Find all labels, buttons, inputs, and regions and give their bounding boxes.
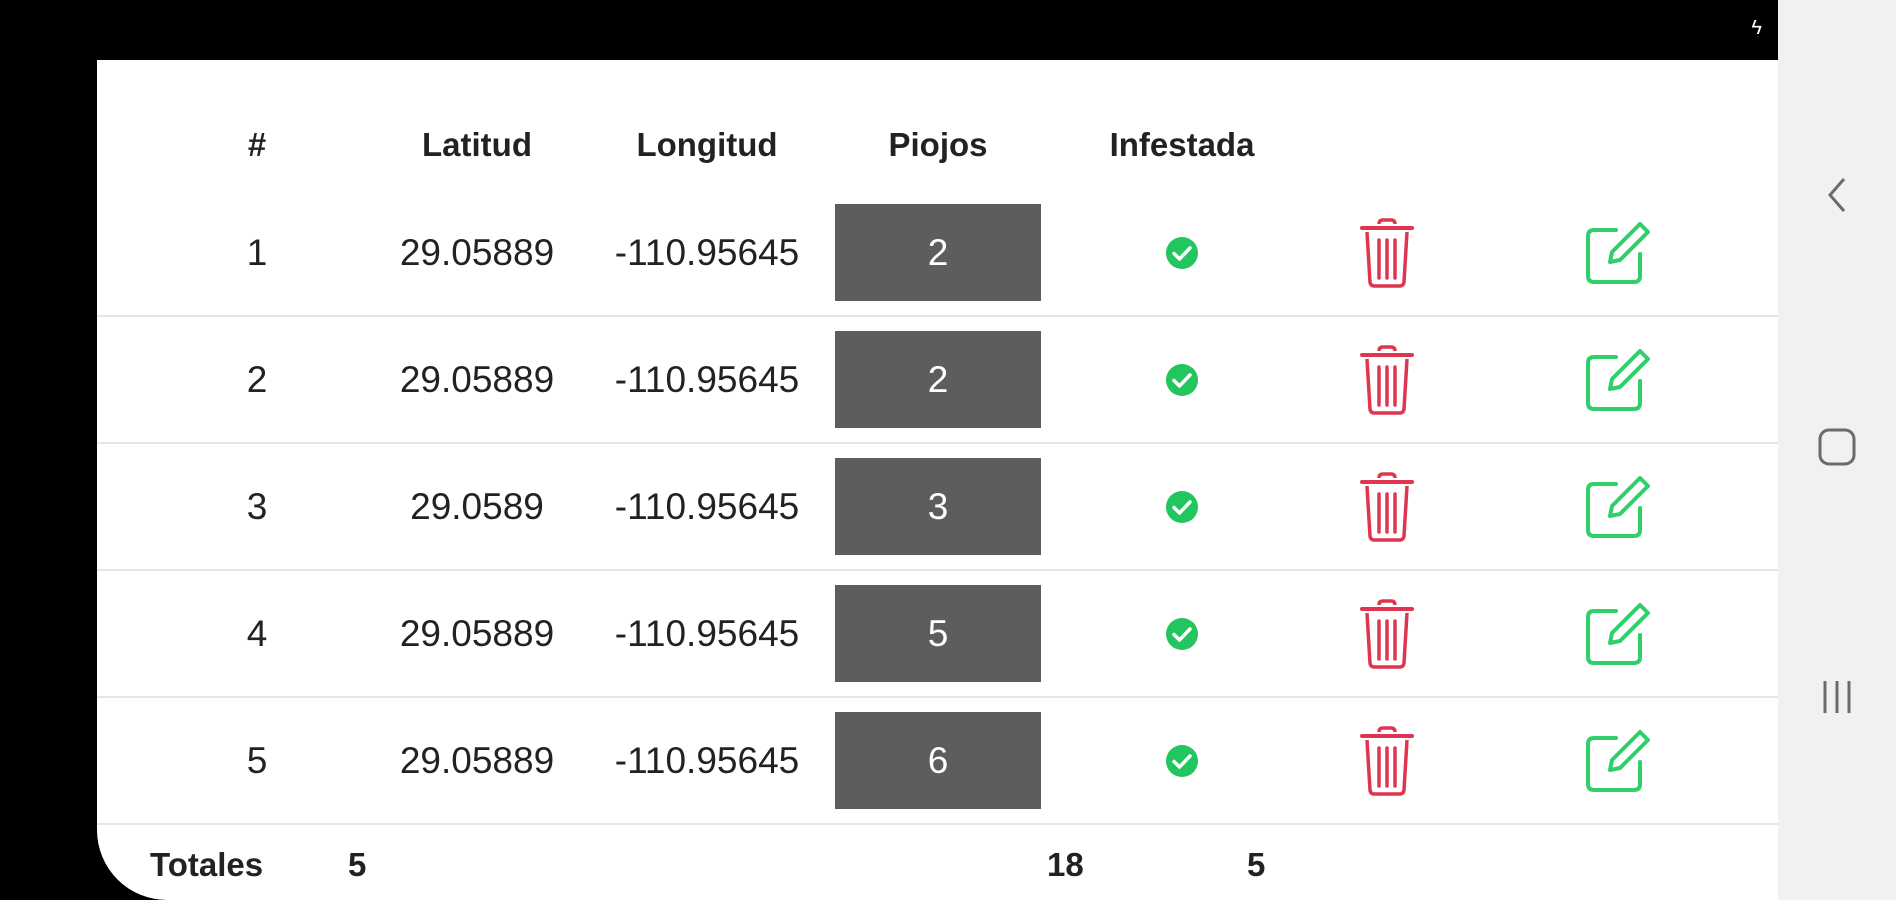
- table-row: 3 29.0589 -110.95645 3: [97, 444, 1778, 571]
- header-infestada: Infestada: [1109, 126, 1255, 163]
- header-longitud: Longitud: [636, 126, 778, 163]
- table-header: # Latitud Longitud Piojos Infestada: [97, 110, 1778, 180]
- back-icon: [1822, 175, 1852, 220]
- piojos-badge: 5: [835, 585, 1041, 682]
- navigation-bar: [1778, 0, 1896, 900]
- edit-icon: [1582, 599, 1652, 669]
- back-button[interactable]: [1778, 162, 1896, 232]
- edit-button[interactable]: [1552, 698, 1682, 823]
- delete-button[interactable]: [1322, 317, 1452, 442]
- table-row: 1 29.05889 -110.95645 2: [97, 190, 1778, 317]
- row-num: 3: [246, 485, 268, 527]
- totals-piojos: 18: [1047, 846, 1084, 883]
- edit-button[interactable]: [1552, 190, 1682, 315]
- edit-icon: [1582, 345, 1652, 415]
- trash-icon: [1357, 216, 1417, 290]
- trash-icon: [1357, 597, 1417, 671]
- table-row: 2 29.05889 -110.95645 2: [97, 317, 1778, 444]
- row-piojos: 2: [835, 190, 1041, 315]
- trash-icon: [1357, 343, 1417, 417]
- row-longitud: -110.95645: [614, 739, 800, 781]
- check-circle-icon: [1165, 617, 1199, 651]
- app-content: # Latitud Longitud Piojos Infestada 1 29.…: [97, 60, 1778, 900]
- row-latitud: 29.0589: [410, 485, 544, 527]
- totals-label: Totales: [150, 846, 264, 883]
- trash-icon: [1357, 470, 1417, 544]
- row-longitud: -110.95645: [614, 231, 800, 273]
- row-num: 2: [246, 358, 268, 400]
- header-num: #: [247, 126, 267, 163]
- edit-button[interactable]: [1552, 444, 1682, 569]
- recent-apps-icon: [1817, 677, 1857, 722]
- delete-button[interactable]: [1322, 444, 1452, 569]
- piojos-badge: 2: [835, 204, 1041, 301]
- piojos-badge: 2: [835, 331, 1041, 428]
- device-screen: ϟ # Latitud Longitud Piojos Infestada 1 2…: [0, 0, 1896, 900]
- status-bar: ϟ: [0, 0, 1778, 60]
- row-num: 4: [246, 612, 268, 654]
- charging-icon: ϟ: [1751, 17, 1762, 39]
- totals-count: 5: [348, 846, 367, 883]
- row-piojos: 6: [835, 698, 1041, 823]
- delete-button[interactable]: [1322, 190, 1452, 315]
- table-row: 4 29.05889 -110.95645 5: [97, 571, 1778, 698]
- totals-row: Totales 5 18 5: [97, 830, 1778, 900]
- row-infestada: [1117, 317, 1247, 442]
- row-piojos: 3: [835, 444, 1041, 569]
- trash-icon: [1357, 724, 1417, 798]
- row-infestada: [1117, 190, 1247, 315]
- check-circle-icon: [1165, 744, 1199, 778]
- table-body: 1 29.05889 -110.95645 2 2 29.05889 -110.95645 2…: [97, 190, 1778, 825]
- header-latitud: Latitud: [422, 126, 532, 163]
- check-circle-icon: [1165, 363, 1199, 397]
- home-button[interactable]: [1778, 414, 1896, 484]
- table-row: 5 29.05889 -110.95645 6: [97, 698, 1778, 825]
- row-infestada: [1117, 571, 1247, 696]
- row-latitud: 29.05889: [399, 358, 555, 400]
- totals-infestada: 5: [1247, 846, 1266, 883]
- row-longitud: -110.95645: [614, 358, 800, 400]
- check-circle-icon: [1165, 236, 1199, 270]
- recent-apps-button[interactable]: [1778, 664, 1896, 734]
- delete-button[interactable]: [1322, 571, 1452, 696]
- row-longitud: -110.95645: [614, 612, 800, 654]
- edit-icon: [1582, 472, 1652, 542]
- home-icon: [1817, 427, 1857, 472]
- row-longitud: -110.95645: [614, 485, 800, 527]
- header-piojos: Piojos: [888, 126, 988, 163]
- row-num: 1: [246, 231, 268, 273]
- row-latitud: 29.05889: [399, 739, 555, 781]
- piojos-badge: 3: [835, 458, 1041, 555]
- edit-button[interactable]: [1552, 571, 1682, 696]
- delete-button[interactable]: [1322, 698, 1452, 823]
- row-infestada: [1117, 698, 1247, 823]
- row-piojos: 5: [835, 571, 1041, 696]
- piojos-badge: 6: [835, 712, 1041, 809]
- row-latitud: 29.05889: [399, 612, 555, 654]
- edit-icon: [1582, 218, 1652, 288]
- row-num: 5: [246, 739, 268, 781]
- row-infestada: [1117, 444, 1247, 569]
- edit-button[interactable]: [1552, 317, 1682, 442]
- row-piojos: 2: [835, 317, 1041, 442]
- check-circle-icon: [1165, 490, 1199, 524]
- row-latitud: 29.05889: [399, 231, 555, 273]
- edit-icon: [1582, 726, 1652, 796]
